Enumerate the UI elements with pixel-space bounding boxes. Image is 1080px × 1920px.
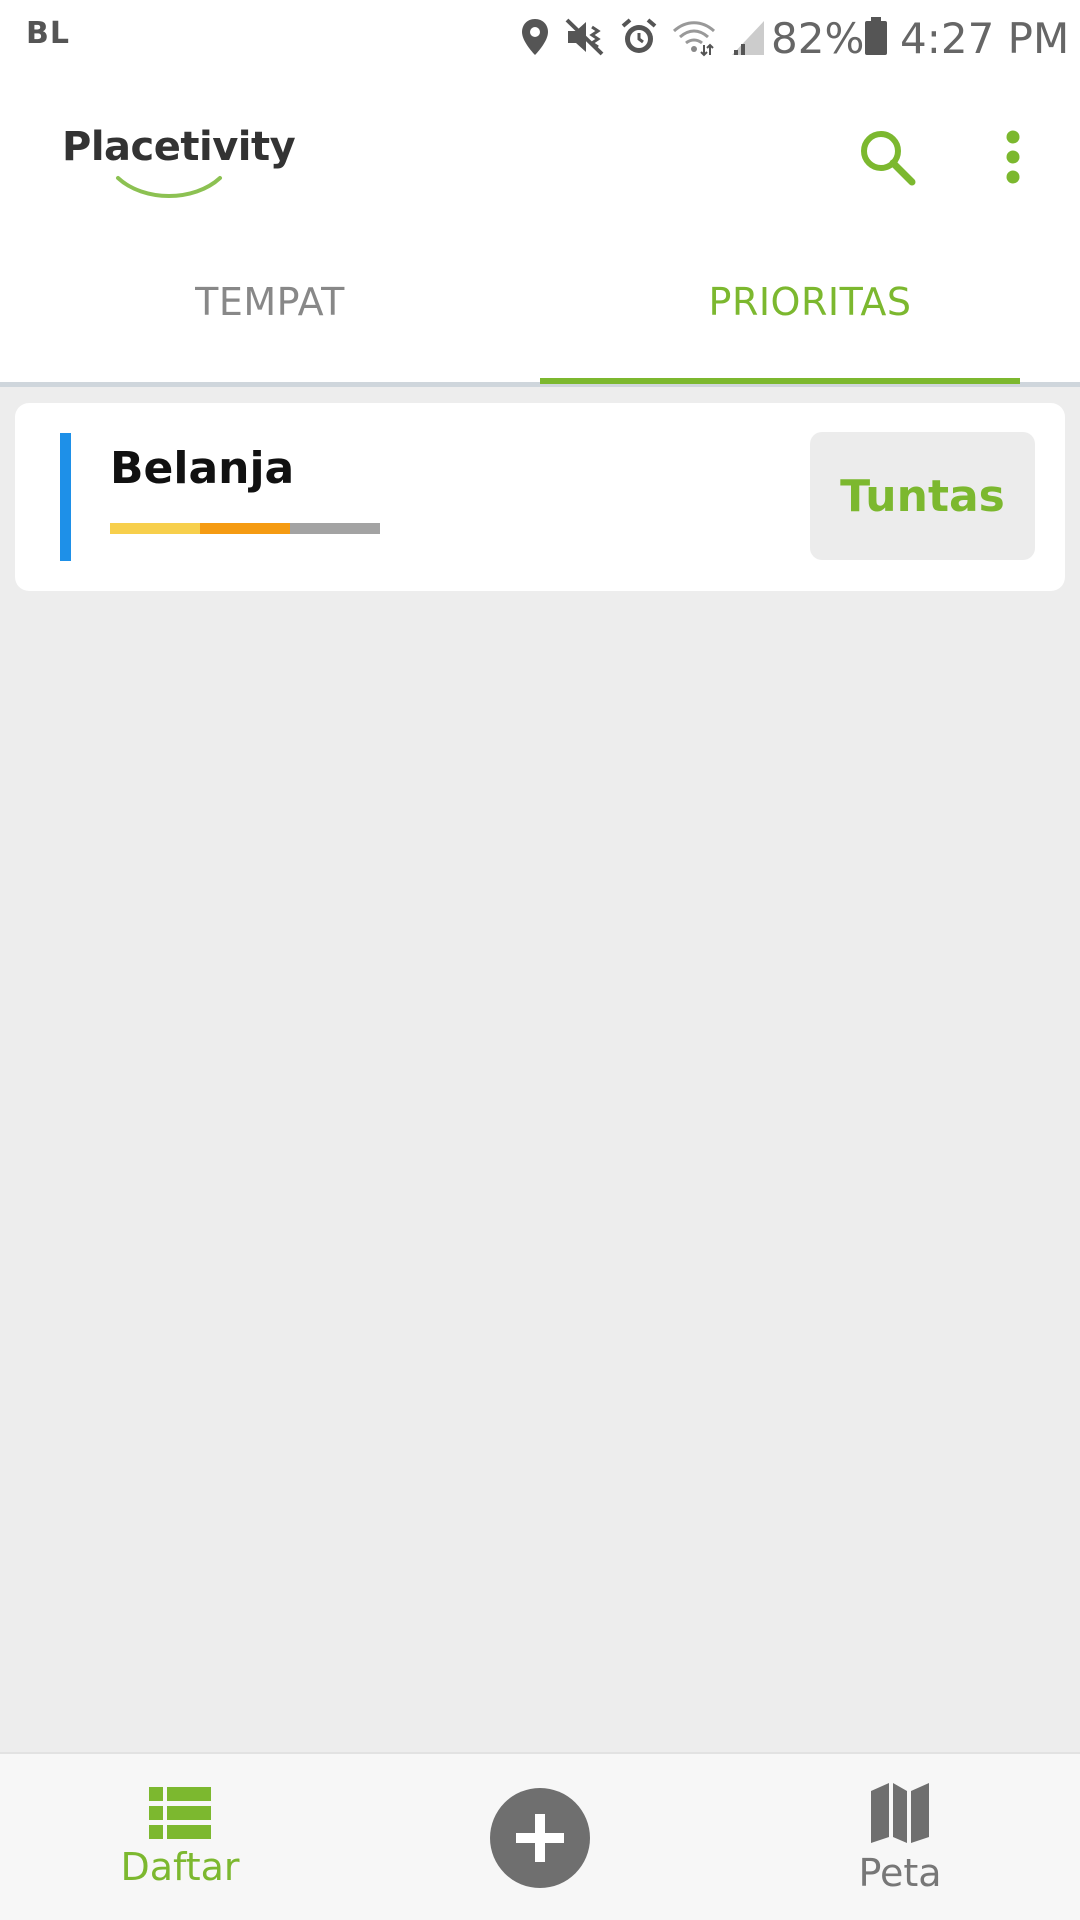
app-bar: Placetivity	[0, 74, 1080, 232]
carrier-label: BL	[26, 16, 70, 51]
more-vert-icon	[1006, 130, 1020, 184]
priority-indicator	[110, 523, 380, 534]
list-item-color-marker	[60, 433, 71, 561]
nav-peta-label: Peta	[858, 1851, 942, 1895]
alarm-icon	[620, 17, 658, 57]
mute-vibrate-icon	[564, 17, 606, 57]
priority-segment-high	[290, 523, 380, 534]
battery-icon	[864, 17, 888, 61]
add-button[interactable]	[490, 1788, 590, 1888]
clock: 4:27 PM	[900, 14, 1070, 63]
logo-smile-icon	[116, 176, 222, 198]
add-icon	[516, 1814, 564, 1862]
tab-bar: TEMPAT PRIORITAS	[0, 232, 1080, 387]
tab-tempat[interactable]: TEMPAT	[0, 232, 540, 382]
overflow-menu-button[interactable]	[990, 122, 1036, 192]
battery-percent: 82%	[771, 14, 865, 63]
bottom-navigation: Daftar Peta	[0, 1752, 1080, 1920]
nav-daftar-label: Daftar	[120, 1845, 240, 1889]
status-icons	[520, 14, 780, 60]
status-bar: BL 82% 4:27 PM	[0, 0, 1080, 74]
app-screen: BL 82% 4:27 PM Placetivity TEMPAT PRIORI…	[0, 0, 1080, 1920]
search-icon	[861, 131, 916, 186]
priority-segment-medium	[200, 523, 290, 534]
map-icon	[871, 1783, 929, 1843]
list-item[interactable]: Belanja Tuntas	[15, 403, 1065, 591]
signal-icon	[730, 17, 766, 57]
search-button[interactable]	[854, 124, 920, 190]
tab-selected-indicator	[540, 378, 1020, 384]
done-button[interactable]: Tuntas	[810, 432, 1035, 560]
priority-segment-low	[110, 523, 200, 534]
location-icon	[520, 17, 550, 57]
app-logo: Placetivity	[62, 124, 296, 214]
nav-peta[interactable]: Peta	[800, 1754, 1000, 1920]
nav-daftar[interactable]: Daftar	[80, 1754, 280, 1920]
wifi-icon	[672, 17, 716, 57]
tab-prioritas[interactable]: PRIORITAS	[540, 232, 1080, 382]
list-item-title: Belanja	[110, 443, 295, 494]
list-icon	[149, 1787, 211, 1839]
logo-text: Placetivity	[62, 124, 296, 170]
